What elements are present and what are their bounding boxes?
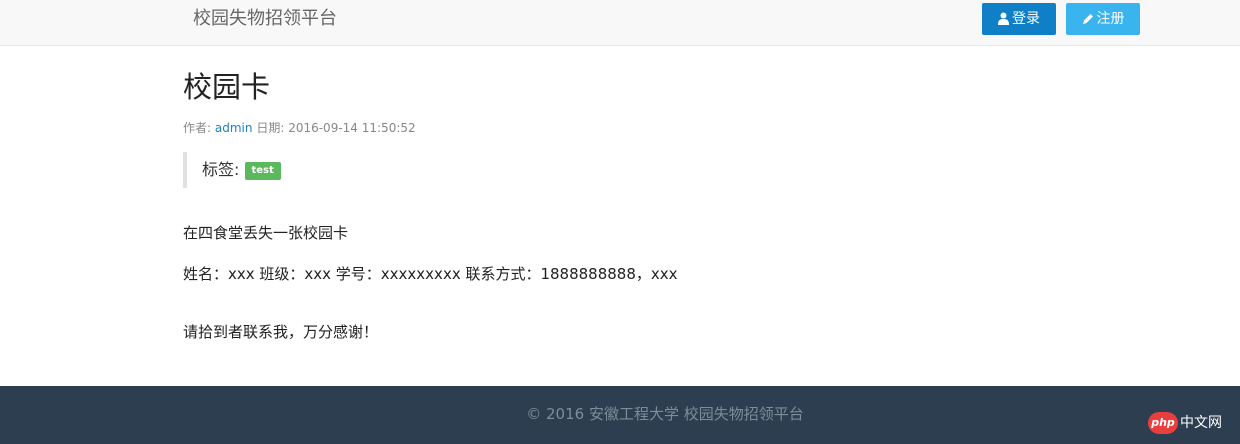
register-button[interactable]: 注册: [1066, 3, 1140, 35]
php-cn-site-name: 中文网: [1180, 415, 1222, 431]
post-paragraph: 请拾到者联系我，万分感谢！: [183, 323, 379, 341]
php-logo: php: [1148, 412, 1178, 434]
pencil-icon: [1082, 5, 1094, 37]
post-paragraph: 姓名：xxx 班级：xxx 学号：xxxxxxxxx 联系方式：18888888…: [183, 265, 678, 283]
tags-blockquote: 标签: test: [183, 152, 502, 188]
post-date: 2016-09-14 11:50:52: [288, 121, 416, 135]
page-footer: © 2016 安徽工程大学 校园失物招领平台: [0, 386, 1240, 444]
post-meta: 作者: admin 日期: 2016-09-14 11:50:52: [183, 121, 416, 135]
post-paragraph: 在四食堂丢失一张校园卡: [183, 224, 349, 242]
tag-badge[interactable]: test: [244, 162, 281, 180]
login-label: 登录: [1012, 11, 1040, 27]
post-title: 校园卡: [183, 70, 271, 104]
top-navbar: 校园失物招领平台 登录 注册: [0, 0, 1240, 46]
date-prefix: 日期:: [256, 121, 285, 135]
site-brand[interactable]: 校园失物招领平台: [193, 8, 337, 30]
author-prefix: 作者:: [183, 121, 212, 135]
footer-copyright: © 2016 安徽工程大学 校园失物招领平台: [526, 405, 804, 423]
tags-label: 标签:: [202, 160, 240, 179]
register-label: 注册: [1096, 11, 1125, 27]
user-icon: [998, 5, 1009, 37]
login-button[interactable]: 登录: [982, 3, 1056, 35]
author-link[interactable]: admin: [215, 121, 253, 135]
php-cn-watermark: php 中文网: [1148, 410, 1236, 438]
